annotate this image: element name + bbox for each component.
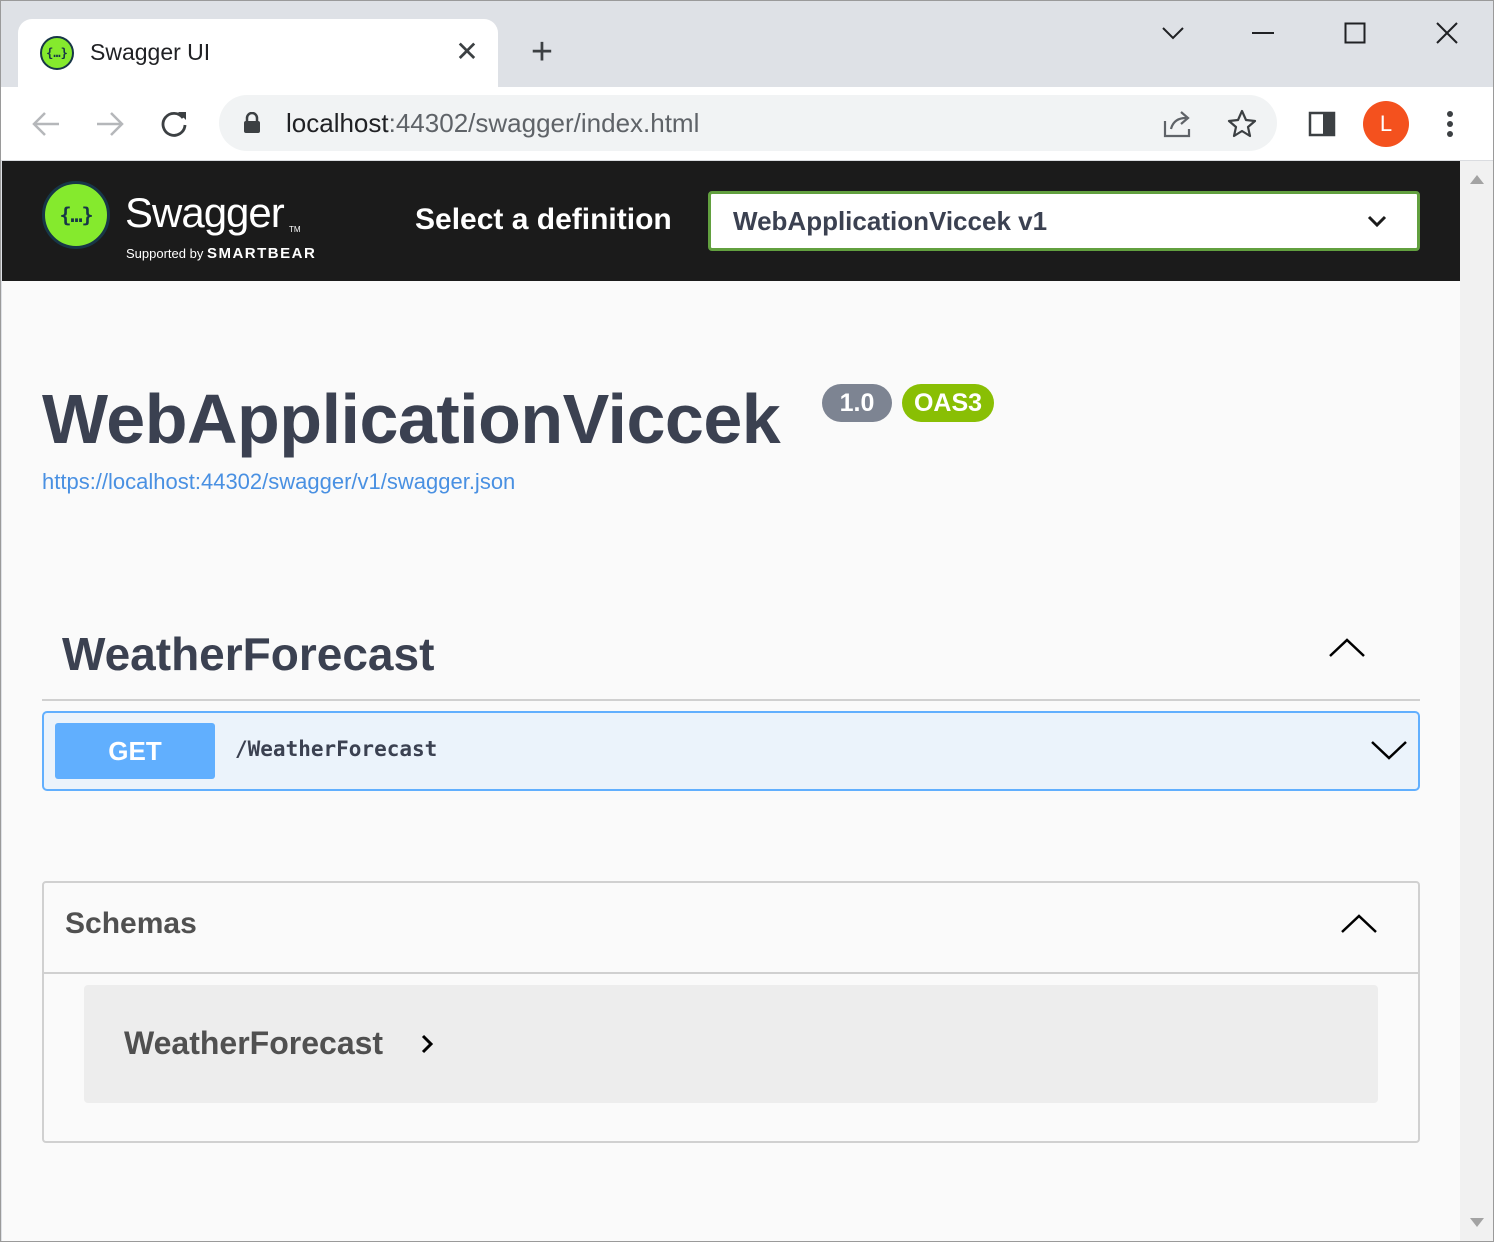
spec-url-link[interactable]: https://localhost:44302/swagger/v1/swagg… [42, 469, 515, 495]
supported-by-smartbear: Supported by SMARTBEAR [126, 245, 316, 262]
api-title: WebApplicationViccek [42, 380, 781, 458]
side-panel-icon[interactable] [1299, 101, 1345, 147]
browser-window: {…} Swagger UI ✕ + localhost:44302/swagg… [0, 0, 1494, 1242]
schemas-section: Schemas WeatherForecast [42, 881, 1420, 1143]
browser-toolbar: localhost:44302/swagger/index.html L [1, 87, 1493, 161]
schemas-header[interactable]: Schemas [44, 883, 1418, 974]
chevron-up-icon[interactable] [1327, 637, 1367, 664]
menu-icon[interactable] [1427, 101, 1473, 147]
swagger-brand-name: Swagger [125, 189, 285, 236]
tab-title: Swagger UI [90, 39, 211, 65]
url-text[interactable]: localhost:44302/swagger/index.html [286, 108, 699, 139]
scroll-up-icon[interactable] [1470, 175, 1484, 184]
tab-strip: {…} Swagger UI ✕ + [1, 1, 1493, 87]
definition-select-value: WebApplicationViccek v1 [733, 206, 1048, 236]
maximize-icon[interactable] [1331, 13, 1379, 53]
oas-badge: OAS3 [902, 384, 994, 422]
tab-search-icon[interactable] [1149, 13, 1197, 53]
swagger-topbar: {…} Swagger TM Supported by SMARTBEAR Se… [2, 161, 1460, 281]
supported-by-text: Supported by [126, 246, 204, 261]
trademark-mark: TM [289, 225, 301, 234]
browser-tab-swagger-ui[interactable]: {…} Swagger UI ✕ [18, 19, 498, 87]
vertical-scrollbar[interactable] [1460, 161, 1493, 1241]
profile-avatar[interactable]: L [1363, 101, 1409, 147]
chevron-up-icon[interactable] [1340, 913, 1378, 940]
page-viewport: {…} Swagger TM Supported by SMARTBEAR Se… [2, 161, 1460, 1241]
back-icon[interactable] [23, 101, 69, 147]
lock-icon[interactable] [243, 111, 261, 139]
swagger-logo-icon[interactable]: {…} [42, 181, 110, 249]
chevron-right-icon[interactable] [420, 1033, 434, 1060]
schema-model-name: WeatherForecast [124, 1025, 384, 1061]
smartbear-text: SMARTBEAR [206, 245, 317, 262]
reload-icon[interactable] [151, 101, 197, 147]
definition-select[interactable]: WebApplicationViccek v1 [708, 191, 1420, 251]
select-definition-label: Select a definition [415, 203, 672, 236]
tag-title: WeatherForecast [62, 628, 435, 680]
chevron-down-icon [1367, 214, 1387, 233]
minimize-icon[interactable] [1239, 13, 1287, 53]
chevron-down-icon[interactable] [1370, 739, 1408, 766]
new-tab-button[interactable]: + [523, 33, 561, 73]
share-icon[interactable] [1160, 106, 1196, 142]
swagger-logo-glyph: {…} [59, 203, 93, 227]
schema-model-weatherforecast[interactable]: WeatherForecast [84, 985, 1378, 1103]
forward-icon[interactable] [87, 101, 133, 147]
close-icon[interactable] [1423, 13, 1471, 53]
url-path: :44302/swagger/index.html [388, 108, 700, 138]
tab-close-icon[interactable]: ✕ [450, 35, 484, 69]
address-bar[interactable]: localhost:44302/swagger/index.html [219, 95, 1277, 151]
version-badge: 1.0 [822, 384, 892, 422]
swagger-favicon-icon: {…} [40, 36, 74, 70]
method-badge: GET [55, 723, 215, 779]
schemas-title: Schemas [65, 907, 197, 940]
star-icon[interactable] [1224, 106, 1260, 142]
operation-path: /WeatherForecast [235, 737, 438, 761]
operation-get-weatherforecast[interactable]: GET /WeatherForecast [42, 711, 1420, 791]
url-host: localhost [286, 108, 389, 138]
tag-section-weatherforecast[interactable]: WeatherForecast [42, 609, 1420, 701]
scroll-down-icon[interactable] [1470, 1218, 1484, 1227]
